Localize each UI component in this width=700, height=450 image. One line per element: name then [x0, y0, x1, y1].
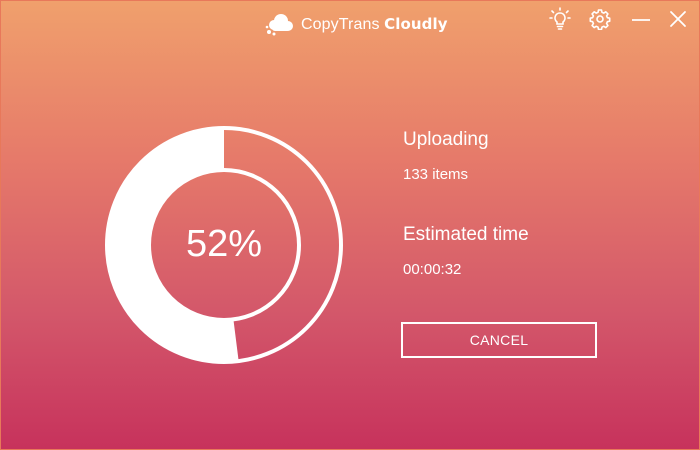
app-title: CopyTrans Cloudly — [301, 15, 448, 34]
lightbulb-icon — [549, 7, 571, 30]
tips-button[interactable] — [546, 5, 574, 33]
app-title-light: CopyTrans — [301, 15, 380, 33]
gear-icon — [589, 9, 611, 30]
item-count: 133 items — [403, 166, 469, 183]
app-title-bold: Cloudly — [384, 14, 448, 33]
settings-button[interactable] — [586, 5, 614, 33]
minimize-icon — [632, 19, 650, 21]
minimize-button[interactable] — [627, 5, 655, 33]
progress-percent: 52% — [185, 223, 263, 265]
close-icon — [670, 11, 686, 27]
app-window: CopyTrans Cloudly 52% Uploading 133 item… — [0, 0, 700, 450]
status-title: Uploading — [403, 129, 489, 150]
close-button[interactable] — [664, 5, 692, 33]
cancel-button[interactable]: CANCEL — [401, 322, 597, 358]
app-brand: CopyTrans Cloudly — [265, 12, 448, 36]
title-bar[interactable]: CopyTrans Cloudly — [1, 1, 699, 45]
estimated-time-label: Estimated time — [403, 224, 529, 245]
upload-progress-ring: 52% — [104, 125, 344, 365]
cloud-cluster-icon — [265, 14, 293, 36]
estimated-time-value: 00:00:32 — [403, 261, 462, 278]
